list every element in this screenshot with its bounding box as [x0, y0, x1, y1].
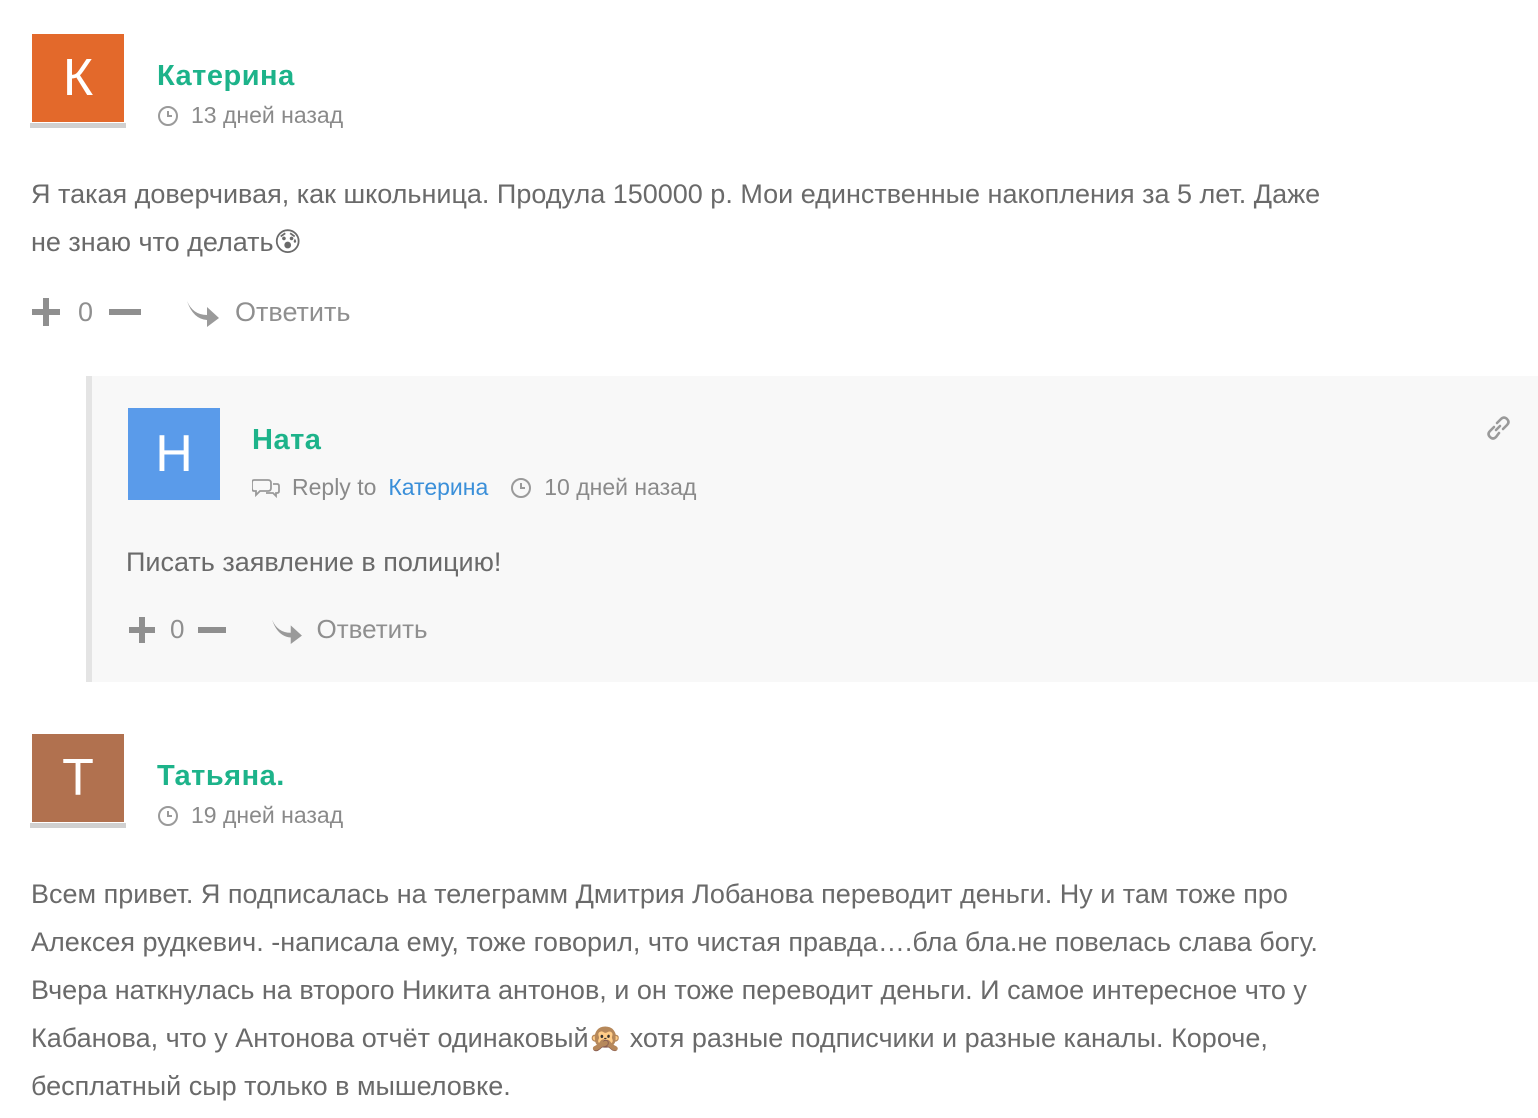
avatar: К: [30, 34, 128, 128]
comment-meta: Reply to Катерина 10 дней назад: [252, 474, 696, 501]
comment-actions: 0 Ответить: [30, 296, 350, 328]
reply-to-label: Reply to: [292, 474, 377, 500]
comment-actions: 0 Ответить: [128, 614, 428, 645]
vote-count: 0: [170, 614, 185, 644]
reply-arrow-icon: [187, 301, 220, 327]
link-icon: [1487, 416, 1510, 440]
avatar-letter: Т: [32, 734, 124, 822]
upvote-button[interactable]: [30, 296, 62, 328]
time-text: 10 дней назад: [544, 474, 697, 500]
comment-text-line: Кабанова, что у Антонова отчёт одинаковы…: [31, 1023, 1268, 1053]
comment-text-line: Я такая доверчивая, как школьница. Проду…: [31, 179, 1321, 209]
avatar-letter: К: [32, 34, 124, 122]
time-text: 13 дней назад: [191, 102, 344, 128]
upvote-button[interactable]: [128, 616, 156, 644]
vote-count: 0: [78, 296, 94, 327]
comment-text-line: бесплатный сыр только в мышеловке.: [31, 1071, 511, 1101]
comment-time: 13 дней назад: [157, 102, 343, 129]
comment-author[interactable]: Татьяна.: [157, 760, 285, 793]
reply-label: Ответить: [235, 296, 351, 327]
comment-author[interactable]: Ната: [252, 424, 321, 457]
reply-label: Ответить: [316, 614, 428, 644]
reply-button[interactable]: Ответить: [185, 297, 350, 328]
comment-author[interactable]: Катерина: [157, 60, 295, 93]
reply-to-author-link[interactable]: Катерина: [388, 474, 488, 501]
avatar-underline: [30, 823, 126, 828]
clock-icon: [158, 805, 178, 826]
avatar-underline: [30, 123, 126, 128]
avatar: Т: [30, 734, 128, 828]
comment-text-line: не знаю что делать😰: [31, 227, 302, 257]
comment-text-line: Вчера наткнулась на второго Никита антон…: [31, 975, 1307, 1005]
comment-text-line: Всем привет. Я подписалась на телеграмм …: [31, 879, 1288, 909]
reply-arrow-icon: [272, 619, 303, 644]
comment-text: Всем привет. Я подписалась на телеграмм …: [31, 870, 1521, 1110]
time-text: 19 дней назад: [191, 802, 344, 828]
comment-text: Я такая доверчивая, как школьница. Проду…: [31, 170, 1511, 266]
reply-button[interactable]: Ответить: [270, 614, 428, 645]
minus-icon: [198, 626, 227, 633]
comment-text: Писать заявление в полицию!: [126, 547, 502, 577]
downvote-button[interactable]: [109, 296, 142, 328]
plus-icon: [129, 616, 155, 643]
clock-icon: [511, 477, 532, 498]
reply-comment-nata: Н Ната Reply to Катерина 10 дней назад П…: [86, 376, 1538, 682]
downvote-button[interactable]: [198, 616, 227, 644]
plus-icon: [32, 298, 60, 326]
comment-text-line: Алексея рудкевич. -написала ему, тоже го…: [31, 927, 1318, 957]
comment-time: 19 дней назад: [157, 802, 343, 829]
speech-bubbles-icon: [252, 478, 280, 498]
minus-icon: [109, 309, 142, 315]
clock-icon: [158, 105, 178, 126]
permalink-button[interactable]: [1484, 414, 1512, 447]
avatar: Н: [128, 408, 220, 500]
